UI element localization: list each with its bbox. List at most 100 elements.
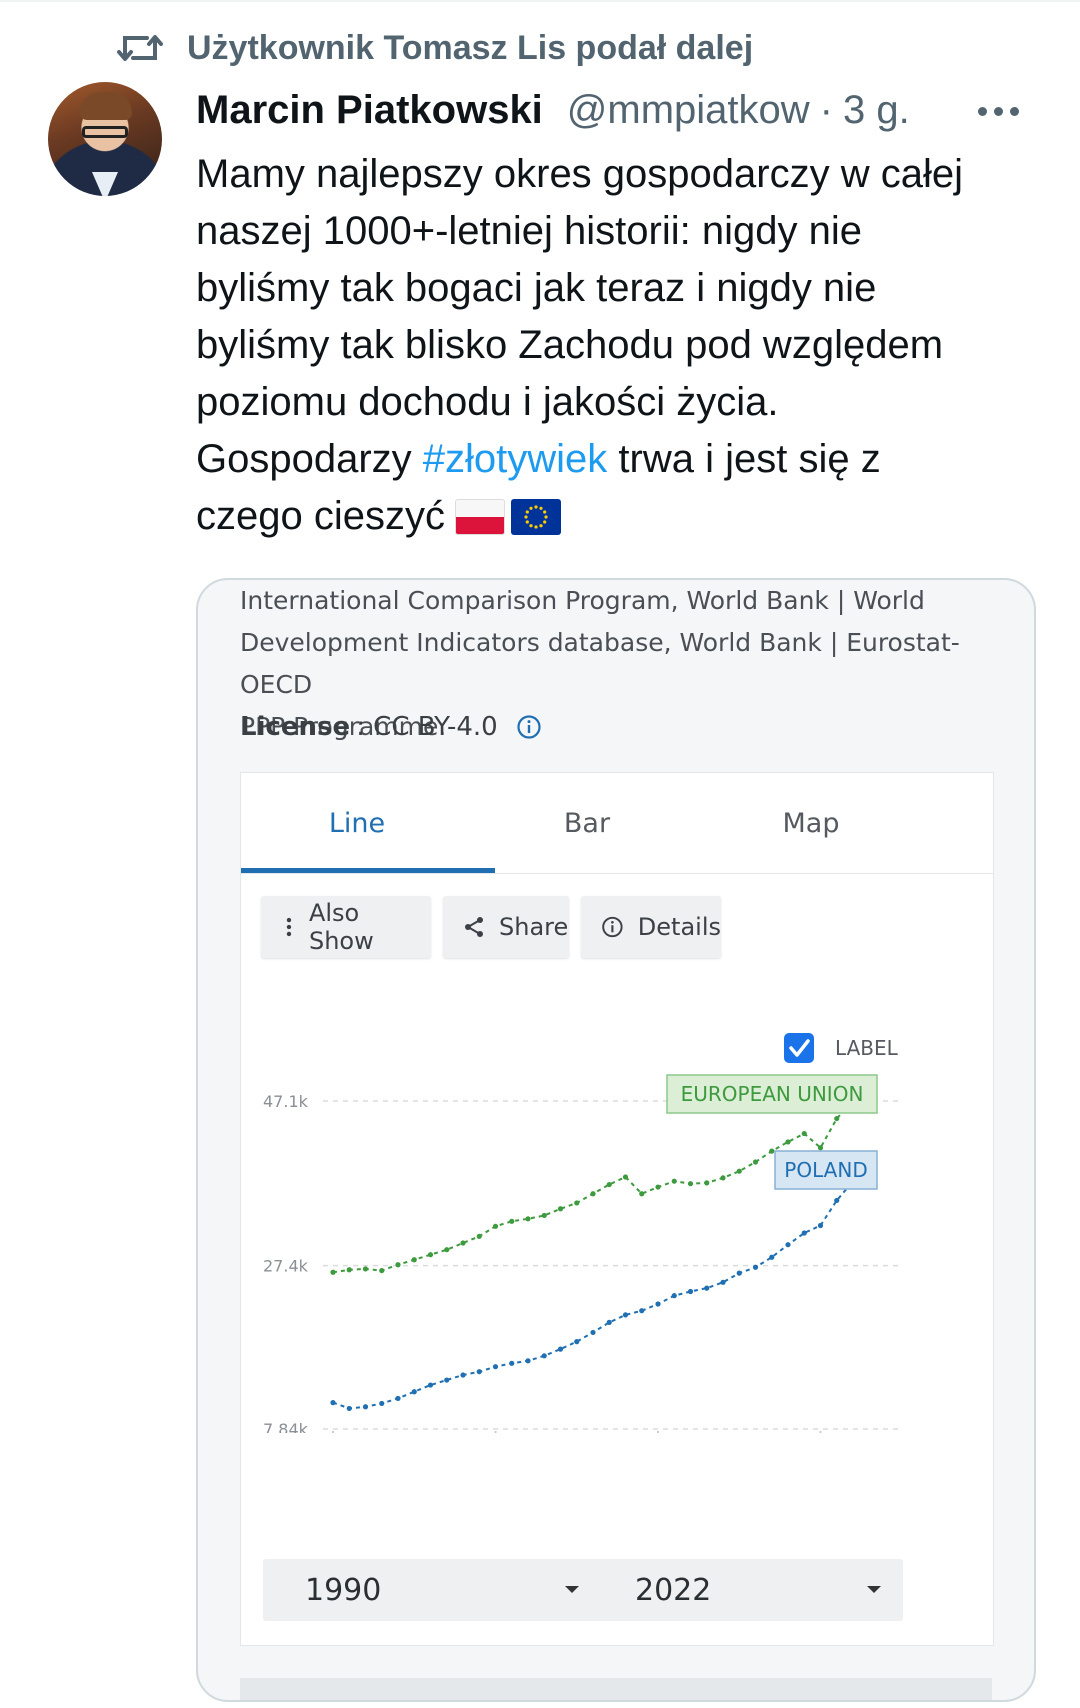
- retweet-icon: [117, 35, 163, 61]
- y-tick-label: 27.4k: [263, 1257, 309, 1276]
- data-point: [509, 1218, 515, 1224]
- tweet-line: Mamy najlepszy okres gospodarczy w całej: [196, 152, 963, 196]
- y-tick-label: 47.1k: [263, 1092, 309, 1111]
- data-point: [671, 1293, 677, 1299]
- data-point: [541, 1353, 547, 1359]
- info-icon[interactable]: [516, 714, 542, 740]
- data-point: [411, 1389, 417, 1395]
- data-point: [492, 1223, 499, 1229]
- data-point: [574, 1339, 580, 1345]
- data-point: [752, 1159, 759, 1165]
- tab-bar[interactable]: Bar: [473, 773, 701, 873]
- details-button[interactable]: Details: [581, 896, 721, 958]
- data-point: [379, 1400, 385, 1407]
- data-point: [785, 1242, 791, 1248]
- author-handle[interactable]: @mmpiatkow: [567, 88, 810, 133]
- data-point: [427, 1252, 434, 1258]
- series-line-poland: [332, 1180, 854, 1410]
- data-point: [362, 1404, 369, 1410]
- data-point: [720, 1175, 726, 1181]
- share-label: Share: [499, 913, 569, 941]
- tweet-line: Gospodarzy #złotywiek trwa i jest się z: [196, 431, 1056, 488]
- label-checkbox[interactable]: [784, 1033, 814, 1063]
- retweet-context[interactable]: Użytkownik Tomasz Lis podał dalej: [117, 24, 753, 72]
- more-options-icon[interactable]: [978, 96, 1022, 126]
- data-point: [671, 1178, 677, 1184]
- media-card[interactable]: International Comparison Program, World …: [196, 578, 1036, 1702]
- data-point: [492, 1364, 499, 1370]
- data-point: [639, 1308, 645, 1314]
- also-show-button[interactable]: Also Show: [261, 896, 431, 958]
- tweet-header: Marcin Piatkowski @mmpiatkow · 3 g.: [196, 82, 910, 138]
- tab-line[interactable]: Line: [241, 773, 473, 873]
- data-point: [444, 1377, 450, 1383]
- chevron-down-icon: [867, 1586, 881, 1593]
- data-point: [411, 1257, 417, 1263]
- data-point: [622, 1174, 629, 1180]
- data-point: [655, 1301, 661, 1307]
- data-point: [379, 1267, 385, 1274]
- data-point: [346, 1405, 352, 1412]
- hashtag-link[interactable]: #złotywiek: [423, 437, 608, 481]
- data-point: [330, 1399, 336, 1406]
- data-point: [655, 1184, 661, 1190]
- data-point: [330, 1269, 336, 1275]
- series-label-european-union: EUROPEAN UNION: [681, 1082, 864, 1106]
- data-point: [460, 1372, 466, 1378]
- data-point: [687, 1181, 694, 1187]
- info-icon: [602, 916, 623, 938]
- data-point: [704, 1285, 710, 1291]
- license-row: License : CC BY-4.0: [240, 706, 542, 748]
- chart-tabs: Line Bar Map: [241, 773, 993, 874]
- data-point: [720, 1279, 726, 1285]
- data-point: [801, 1130, 807, 1137]
- data-point: [736, 1270, 742, 1276]
- data-point: [427, 1382, 434, 1388]
- share-button[interactable]: Share: [443, 896, 569, 958]
- author-name[interactable]: Marcin Piatkowski: [196, 88, 543, 133]
- data-point: [444, 1247, 450, 1253]
- tweet-line: poziomu dochodu i jakości życia.: [196, 380, 779, 424]
- tweet-time[interactable]: 3 g.: [843, 88, 910, 133]
- also-show-label: Also Show: [308, 899, 374, 955]
- kebab-icon: [286, 917, 292, 937]
- flag-poland-icon: [454, 499, 505, 535]
- data-point: [817, 1145, 824, 1151]
- source-line: Development Indicators database, World B…: [240, 628, 960, 699]
- data-point: [622, 1312, 629, 1318]
- data-point: [590, 1329, 596, 1336]
- data-point: [476, 1233, 482, 1239]
- data-point: [817, 1222, 824, 1229]
- start-year-value: 1990: [305, 1572, 382, 1608]
- data-point: [769, 1254, 775, 1260]
- data-point: [834, 1197, 840, 1204]
- series-label-poland: POLAND: [784, 1158, 867, 1182]
- tweet-text-segment: trwa i jest się z: [607, 437, 881, 481]
- data-point: [687, 1288, 694, 1295]
- label-toggle-text: LABEL: [835, 1036, 899, 1060]
- y-tick-label: 7.84k: [263, 1420, 309, 1433]
- chevron-down-icon: [565, 1586, 579, 1593]
- tab-map[interactable]: Map: [701, 773, 921, 873]
- tweet-text-segment: czego cieszyć: [196, 494, 445, 538]
- data-point: [525, 1358, 531, 1364]
- tweet-line: byliśmy tak bogaci jak teraz i nigdy nie: [196, 266, 877, 310]
- start-year-select[interactable]: 1990: [263, 1559, 601, 1621]
- data-point: [834, 1115, 840, 1122]
- avatar[interactable]: [48, 82, 162, 196]
- data-point: [606, 1319, 612, 1325]
- data-point: [557, 1346, 564, 1352]
- license-label: License: [240, 712, 351, 742]
- data-point: [525, 1216, 531, 1222]
- end-year-value: 2022: [635, 1572, 712, 1608]
- share-icon: [465, 917, 483, 937]
- data-point: [395, 1262, 401, 1268]
- data-point: [801, 1230, 807, 1236]
- data-point: [606, 1181, 612, 1188]
- flag-eu-icon: [510, 499, 561, 535]
- data-point: [785, 1139, 791, 1145]
- data-point: [476, 1369, 482, 1375]
- tweet-line: czego cieszyć: [196, 488, 1056, 545]
- end-year-select[interactable]: 2022: [593, 1559, 903, 1621]
- card-bottom-strip: [240, 1678, 992, 1700]
